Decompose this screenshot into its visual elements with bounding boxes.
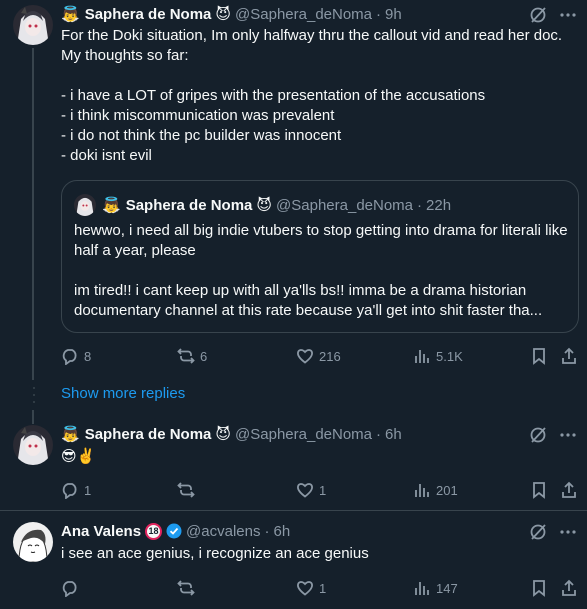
post-3[interactable]: Ana Valens 18 @acvalens · 6h i see an ac… — [0, 517, 587, 609]
thread-line — [32, 48, 34, 380]
repost-count: 6 — [200, 348, 208, 364]
header-actions — [529, 523, 577, 546]
separator-dot: · — [376, 425, 382, 443]
reply-button[interactable]: 1 — [61, 480, 91, 500]
repost-icon — [177, 482, 195, 498]
devil-emoji: 😈 — [215, 6, 232, 23]
repost-button[interactable] — [177, 578, 200, 598]
views-button[interactable]: 147 — [413, 578, 458, 598]
post-2[interactable]: 👼 Saphera de Noma 😈 @Saphera_deNoma · 6h… — [0, 420, 587, 512]
bookmark-button[interactable] — [530, 578, 548, 598]
like-count: 1 — [319, 580, 327, 596]
display-name[interactable]: Saphera de Noma — [85, 6, 212, 23]
views-icon — [415, 350, 429, 363]
views-icon — [415, 582, 429, 595]
header-actions — [529, 426, 577, 449]
grok-icon[interactable] — [529, 426, 547, 449]
quoted-timestamp: 22h — [426, 196, 452, 214]
share-button[interactable] — [560, 346, 578, 366]
bookmark-icon — [533, 482, 545, 499]
quoted-post-text: hewwo, i need all big indie vtubers to s… — [74, 222, 568, 319]
like-button[interactable]: 216 — [296, 346, 341, 366]
separator-dot: · — [376, 5, 382, 23]
thread-ellipsis — [33, 385, 35, 410]
reply-count: 8 — [84, 348, 92, 364]
reply-button[interactable] — [61, 578, 84, 598]
bookmark-button[interactable] — [530, 480, 548, 500]
bookmark-icon — [533, 348, 545, 365]
handle[interactable]: @Saphera_deNoma — [235, 6, 372, 23]
share-icon — [562, 347, 576, 364]
like-count: 1 — [319, 482, 327, 498]
repost-icon — [177, 580, 195, 596]
grok-icon[interactable] — [529, 523, 547, 546]
quoted-post-header: 👼 Saphera de Noma 😈 @Saphera_deNoma · 22… — [74, 194, 451, 216]
show-more-replies-link[interactable]: Show more replies — [61, 385, 185, 402]
handle[interactable]: @Saphera_deNoma — [235, 426, 372, 443]
angel-emoji: 👼 — [61, 426, 80, 443]
reply-icon — [62, 483, 77, 499]
post-1[interactable]: 👼 Saphera de Noma 😈 @Saphera_deNoma · 9h… — [0, 0, 587, 380]
heart-icon — [297, 483, 313, 498]
views-icon — [415, 484, 429, 497]
like-button[interactable]: 1 — [296, 480, 326, 500]
quoted-post[interactable]: 👼 Saphera de Noma 😈 @Saphera_deNoma · 22… — [61, 180, 579, 333]
angel-emoji: 👼 — [102, 197, 121, 214]
post-text: For the Doki situation, Im only halfway … — [61, 27, 563, 164]
devil-emoji: 😈 — [215, 426, 232, 443]
view-count: 147 — [436, 580, 458, 596]
views-button[interactable]: 201 — [413, 480, 458, 500]
more-options-icon[interactable] — [559, 426, 577, 449]
view-count: 201 — [436, 482, 458, 498]
bookmark-button[interactable] — [530, 346, 548, 366]
share-button[interactable] — [560, 480, 578, 500]
reply-icon — [62, 349, 77, 365]
post-header: Ana Valens 18 @acvalens · 6h — [61, 521, 290, 541]
handle[interactable]: @acvalens — [186, 523, 260, 540]
timestamp[interactable]: 6h — [385, 426, 402, 443]
bookmark-icon — [533, 580, 545, 597]
post-text: i see an ace genius, i recognize an ace … — [61, 545, 369, 562]
share-button[interactable] — [560, 578, 578, 598]
reply-count: 1 — [84, 482, 92, 498]
view-count: 5.1K — [436, 348, 463, 364]
share-icon — [562, 481, 576, 498]
action-bar: 1 1 201 — [61, 480, 579, 500]
repost-button[interactable]: 6 — [177, 346, 207, 366]
action-bar: 8 6 216 5.1K — [61, 346, 579, 366]
post-header: 👼 Saphera de Noma 😈 @Saphera_deNoma · 6h — [61, 424, 402, 444]
repost-icon — [177, 348, 195, 364]
separator-dot: · — [264, 522, 270, 540]
timestamp[interactable]: 9h — [385, 6, 402, 23]
repost-button[interactable] — [177, 480, 200, 500]
display-name[interactable]: Ana Valens — [61, 523, 141, 540]
quoted-handle: @Saphera_deNoma — [276, 196, 414, 214]
age-18-badge: 18 — [145, 522, 163, 540]
quoted-avatar — [74, 194, 96, 216]
heart-icon — [297, 581, 313, 596]
post-text: 😎✌️ — [61, 448, 96, 465]
timestamp[interactable]: 6h — [273, 523, 290, 540]
separator-dot: · — [417, 196, 423, 214]
avatar[interactable] — [13, 425, 53, 465]
avatar[interactable] — [13, 5, 53, 45]
angel-emoji: 👼 — [61, 6, 80, 23]
heart-icon — [297, 349, 313, 364]
views-button[interactable]: 5.1K — [413, 346, 463, 366]
share-icon — [562, 579, 576, 596]
action-bar: 1 147 — [61, 578, 579, 598]
post-divider — [0, 510, 587, 511]
avatar[interactable] — [13, 522, 53, 562]
devil-emoji: 😈 — [256, 197, 273, 214]
more-options-icon[interactable] — [559, 523, 577, 546]
like-count: 216 — [319, 348, 341, 364]
post-header: 👼 Saphera de Noma 😈 @Saphera_deNoma · 9h — [61, 4, 402, 24]
like-button[interactable]: 1 — [296, 578, 326, 598]
reply-icon — [62, 581, 77, 597]
quoted-display-name: Saphera de Noma — [125, 196, 253, 214]
verified-badge-icon — [166, 523, 182, 539]
reply-button[interactable]: 8 — [61, 346, 91, 366]
display-name[interactable]: Saphera de Noma — [85, 426, 212, 443]
